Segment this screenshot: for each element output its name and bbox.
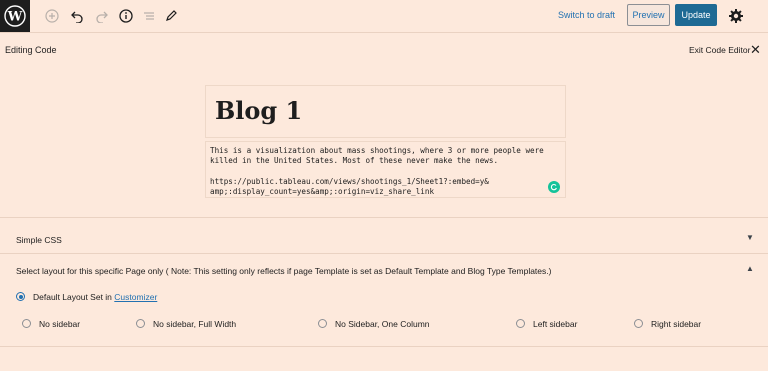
chevron-up-icon[interactable]: ▲ [746, 264, 754, 273]
content-line: https://public.tableau.com/views/shootin… [210, 177, 489, 186]
preview-button[interactable]: Preview [627, 4, 670, 26]
wordpress-logo-icon[interactable]: W [0, 0, 30, 32]
svg-text:W: W [7, 10, 23, 25]
code-editor-header: Editing Code Exit Code Editor ✕ [0, 33, 768, 65]
no-sidebar-radio[interactable] [22, 319, 31, 328]
simple-css-panel[interactable]: Simple CSS ▼ [0, 217, 768, 254]
simple-css-title[interactable]: Simple CSS [16, 235, 62, 245]
no-sidebar-full-width-radio[interactable] [136, 319, 145, 328]
details-icon[interactable] [118, 8, 134, 24]
no-sidebar-one-column-radio[interactable] [318, 319, 327, 328]
grammarly-icon[interactable] [548, 181, 560, 193]
settings-gear-icon[interactable] [728, 8, 744, 24]
no-sidebar-one-column-label: No Sidebar, One Column [335, 319, 430, 329]
content-line: amp;:display_count=yes&amp;:origin=viz_s… [210, 187, 435, 196]
right-sidebar-label: Right sidebar [651, 319, 702, 329]
editor-toolbar: W Switch to draft Preview Update [0, 0, 768, 33]
default-layout-label: Default Layout Set in Customizer [33, 292, 157, 302]
no-sidebar-label: No sidebar [39, 319, 81, 329]
update-button[interactable]: Update [675, 4, 717, 26]
switch-to-draft-button[interactable]: Switch to draft [558, 10, 615, 20]
no-sidebar-full-width-label: No sidebar, Full Width [153, 319, 237, 329]
layout-panel-title[interactable]: Select layout for this specific Page onl… [16, 266, 551, 276]
post-title-field[interactable]: Blog 1 [205, 85, 566, 138]
list-view-icon[interactable] [141, 8, 157, 24]
undo-icon[interactable] [69, 8, 85, 24]
right-sidebar-radio[interactable] [634, 319, 643, 328]
redo-icon[interactable] [94, 8, 110, 24]
left-sidebar-radio[interactable] [516, 319, 525, 328]
left-sidebar-label: Left sidebar [533, 319, 578, 329]
post-content-textarea[interactable]: This is a visualization about mass shoot… [205, 141, 566, 198]
exit-code-editor-button[interactable]: Exit Code Editor [689, 45, 750, 55]
add-block-icon[interactable] [44, 8, 60, 24]
tools-pencil-icon[interactable] [163, 8, 179, 24]
content-line: killed in the United States. Most of the… [210, 156, 499, 165]
editing-code-label: Editing Code [5, 45, 57, 55]
default-layout-radio[interactable] [16, 292, 25, 301]
chevron-down-icon[interactable]: ▼ [746, 233, 754, 242]
content-line: This is a visualization about mass shoot… [210, 146, 544, 155]
customizer-link[interactable]: Customizer [114, 292, 157, 302]
close-icon[interactable]: ✕ [750, 42, 761, 58]
post-title: Blog 1 [215, 96, 303, 125]
layout-panel: Select layout for this specific Page onl… [0, 254, 768, 347]
default-layout-text: Default Layout Set in [33, 292, 112, 302]
